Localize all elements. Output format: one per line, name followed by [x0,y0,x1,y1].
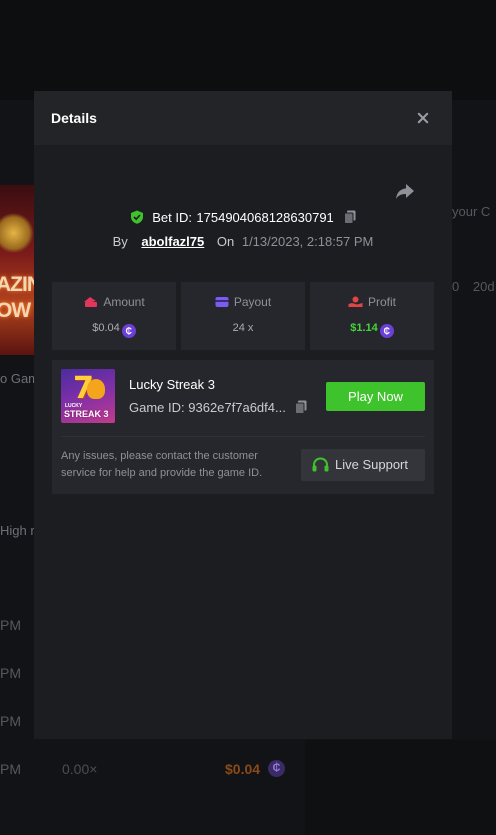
stat-amount: Amount $0.04 ₵ [52,282,176,350]
background-header [0,0,496,100]
row-amount: $0.04 [225,761,261,777]
stat-profit-value: $1.14 [350,322,378,334]
stat-label: Payout [181,295,305,309]
stat-payout: Payout 24 x [181,282,305,350]
bet-id-value: 1754904068128630791 [196,210,334,225]
stat-payout-label: Payout [233,295,272,309]
stat-label: Profit [310,295,434,309]
stat-value: 24 x [181,322,305,334]
amount-icon [84,297,98,307]
background-label: 0 20d [452,279,495,294]
banner-word: OW [0,299,31,322]
background-game-banner: AZIN OW [0,185,34,355]
thumbnail-text: STREAK 3 [64,409,109,419]
stat-amount-label: Amount [103,295,145,309]
background-label: High r [0,523,35,538]
stat-profit-label: Profit [367,295,396,309]
live-support-button[interactable]: Live Support [301,449,425,481]
background-row-time: PM [0,665,21,681]
bet-date: 1/13/2023, 2:18:57 PM [241,234,374,249]
game-card: 7 LUCKY STREAK 3 Lucky Streak 3 Game ID:… [52,360,434,494]
close-icon [417,112,429,124]
background-row-time: PM [0,713,21,729]
stat-payout-value: 24 x [232,322,254,334]
row-multiplier: 0.00× [62,761,98,777]
profit-icon [348,296,363,307]
bet-details-modal: Details Bet ID: 1754904068128630791 By a… [34,91,452,739]
stat-value: $1.14 ₵ [310,322,434,338]
modal-title: Details [51,110,97,126]
copy-icon[interactable] [344,210,356,224]
background-label: your C [452,204,491,219]
live-support-label: Live Support [335,457,408,472]
close-button[interactable] [412,107,434,129]
by-label: By [112,234,128,249]
support-info-text: Any issues, please contact the customer … [61,450,263,479]
game-id-value: 9362e7f7a6df4... [188,400,286,415]
stat-value: $0.04 ₵ [52,322,176,338]
bet-id-label: Bet ID: [152,210,192,225]
share-button[interactable] [394,181,416,201]
background-value: 0 [452,279,460,294]
on-label: On [216,234,235,249]
bettor-line: By abolfazl75 On 1/13/2023, 2:18:57 PM [34,234,452,249]
divider [61,436,425,437]
stat-amount-value: $0.04 [92,322,120,334]
game-thumbnail[interactable]: 7 LUCKY STREAK 3 [61,369,115,423]
stat-label: Amount [52,295,176,309]
bet-stats: Amount $0.04 ₵ Payout 24 x Profit $1.14 … [52,282,434,350]
payout-icon [215,297,229,307]
bet-id-line: Bet ID: 1754904068128630791 [34,209,452,227]
coin-icon: ₵ [268,760,285,777]
game-name: Lucky Streak 3 [129,377,215,392]
game-id-line: Game ID: 9362e7f7a6df4... [129,400,307,415]
headset-icon [312,457,329,472]
crown-image [0,213,34,253]
username-link[interactable]: abolfazl75 [141,234,204,249]
background-side-panel [305,740,496,835]
coin-icon: ₵ [379,324,394,338]
modal-header: Details [34,91,452,145]
play-now-button[interactable]: Play Now [326,382,425,411]
game-id-label: Game ID: [129,400,185,415]
background-row-time: PM [0,617,21,633]
background-table-row: 0.00× $0.04 ₵ [0,756,305,782]
thumbnail-mascot [87,379,105,399]
coin-icon: ₵ [121,324,136,338]
stat-profit: Profit $1.14 ₵ [310,282,434,350]
shield-check-icon [130,210,143,224]
background-value: 20d [472,279,495,294]
share-icon [396,184,414,199]
copy-icon[interactable] [295,400,307,414]
banner-word: AZIN [0,273,34,296]
